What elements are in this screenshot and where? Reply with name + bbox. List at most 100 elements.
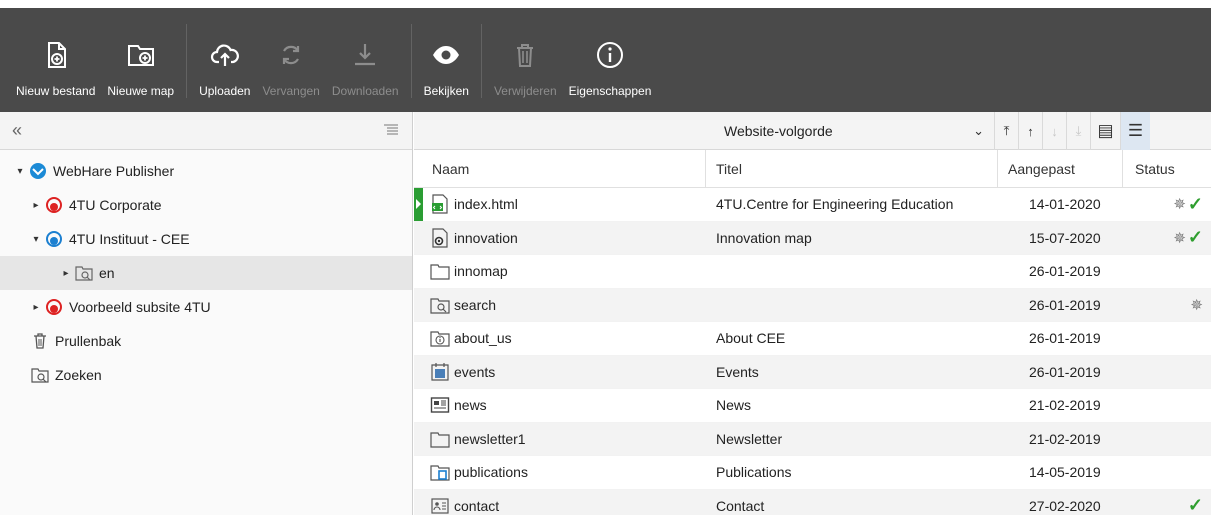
delete-label: Verwijderen [493, 84, 557, 98]
calendar-folder-icon [430, 362, 450, 382]
dynamic-file-icon [430, 228, 450, 248]
pin-icon: ✵ [1190, 296, 1203, 314]
folder-tree-panel: « ▾ WebHare Publisher ▸ 4TU Corporate ▾ … [0, 112, 413, 515]
move-to-bottom-button[interactable]: ⤓ [1066, 112, 1090, 150]
tree-item-label: Voorbeeld subsite 4TU [69, 299, 211, 315]
toolbar-separator [480, 24, 482, 98]
new-folder-button[interactable]: Nieuwe map [101, 14, 180, 98]
tree-menu-icon[interactable] [384, 123, 398, 139]
news-folder-icon [430, 395, 450, 415]
table-row[interactable]: innovation Innovation map 15-07-2020 ✵ ✓ [414, 221, 1211, 255]
row-title: 4TU.Centre for Engineering Education [716, 196, 954, 213]
new-folder-label: Nieuwe map [107, 84, 175, 98]
upload-button[interactable]: Uploaden [193, 14, 256, 98]
column-header-name[interactable]: Naam [414, 149, 706, 188]
tree-item-voorbeeld-subsite[interactable]: ▸ Voorbeeld subsite 4TU [0, 290, 412, 324]
site-red-icon [44, 195, 64, 215]
column-headers: Naam Titel Aangepast Status [414, 149, 1211, 188]
move-up-button[interactable]: ↑ [1018, 112, 1042, 150]
table-row[interactable]: publications Publications 14-05-2019 [414, 456, 1211, 490]
view-label: Bekijken [423, 84, 469, 98]
row-date: 15-07-2020 [1029, 229, 1101, 246]
trash-icon [508, 38, 542, 72]
arrow-up-icon: ↑ [1027, 123, 1034, 139]
tree-item-zoeken[interactable]: Zoeken [0, 358, 412, 392]
tree-item-webhare-publisher[interactable]: ▾ WebHare Publisher [0, 154, 412, 188]
row-date: 26-01-2019 [1029, 363, 1101, 380]
row-name: innovation [454, 229, 518, 246]
replace-icon [274, 38, 308, 72]
table-row[interactable]: search 26-01-2019 ✵ [414, 288, 1211, 322]
table-row[interactable]: index.html 4TU.Centre for Engineering Ed… [414, 188, 1211, 222]
tree-item-label: WebHare Publisher [53, 163, 175, 179]
contact-file-icon [430, 496, 450, 515]
column-header-modified[interactable]: Aangepast [998, 149, 1123, 188]
tree-item-prullenbak[interactable]: Prullenbak [0, 324, 412, 358]
row-title: About CEE [716, 330, 786, 347]
move-to-top-button[interactable]: ⤒ [994, 112, 1018, 150]
expand-caret-icon[interactable]: ▾ [30, 234, 42, 245]
new-file-button[interactable]: Nieuw bestand [10, 14, 101, 98]
row-title: Contact [716, 497, 765, 514]
info-icon [593, 38, 627, 72]
list-header-bar: Website-volgorde ⌄ ⤒ ↑ ↓ ⤓ ▤ ☰ [414, 112, 1211, 150]
table-row[interactable]: news News 21-02-2019 [414, 389, 1211, 423]
view-button[interactable]: Bekijken [418, 14, 475, 98]
view-icons-button[interactable]: ▤ [1090, 112, 1120, 150]
properties-label: Eigenschappen [568, 84, 652, 98]
search-folder-icon [30, 365, 50, 385]
trash-icon [30, 331, 50, 351]
new-file-label: Nieuw bestand [16, 84, 96, 98]
expand-caret-icon[interactable]: ▾ [14, 166, 26, 177]
tree-item-4tu-corporate[interactable]: ▸ 4TU Corporate [0, 188, 412, 222]
row-name: news [454, 397, 487, 414]
table-row[interactable]: innomap 26-01-2019 [414, 255, 1211, 289]
row-name: search [454, 296, 497, 313]
info-folder-icon [430, 328, 450, 348]
replace-label: Vervangen [262, 84, 320, 98]
folder-tree: ▾ WebHare Publisher ▸ 4TU Corporate ▾ 4T… [0, 150, 412, 392]
new-file-icon [39, 38, 73, 72]
table-row[interactable]: newsletter1 Newsletter 21-02-2019 [414, 422, 1211, 456]
grid-view-icon: ▤ [1097, 121, 1114, 140]
row-date: 21-02-2019 [1029, 397, 1101, 414]
file-list-panel: Website-volgorde ⌄ ⤒ ↑ ↓ ⤓ ▤ ☰ Naam Tite… [414, 112, 1211, 515]
row-name: publications [454, 464, 528, 481]
table-row[interactable]: contact Contact 27-02-2020 ✓ [414, 489, 1211, 515]
tree-item-label: 4TU Instituut - CEE [69, 231, 190, 247]
row-date: 14-01-2020 [1029, 196, 1101, 213]
row-title: Newsletter [716, 430, 783, 447]
view-list-button[interactable]: ☰ [1120, 112, 1150, 150]
download-button[interactable]: Downloaden [326, 14, 405, 98]
properties-button[interactable]: Eigenschappen [563, 14, 658, 98]
sort-order-select[interactable]: Website-volgorde ⌄ [714, 112, 994, 150]
pin-icon: ✵ [1173, 196, 1186, 214]
toolbar: Nieuw bestand Nieuwe map Uploaden Vervan… [0, 8, 1211, 112]
toolbar-separator [186, 24, 188, 98]
move-down-button[interactable]: ↓ [1042, 112, 1066, 150]
file-rows: index.html 4TU.Centre for Engineering Ed… [414, 188, 1211, 515]
row-name: events [454, 363, 496, 380]
expand-caret-icon[interactable]: ▸ [30, 200, 42, 211]
table-row[interactable]: about_us About CEE 26-01-2019 [414, 322, 1211, 356]
upload-label: Uploaden [199, 84, 251, 98]
row-date: 21-02-2019 [1029, 430, 1101, 447]
move-to-top-icon: ⤒ [1003, 123, 1010, 138]
replace-button[interactable]: Vervangen [256, 14, 325, 98]
expand-caret-icon[interactable]: ▸ [60, 268, 72, 279]
row-name: innomap [454, 263, 508, 280]
tree-item-label: Prullenbak [55, 333, 122, 349]
column-header-title[interactable]: Titel [706, 149, 998, 188]
expand-caret-icon[interactable]: ▸ [30, 302, 42, 313]
site-red-icon [44, 297, 64, 317]
toolbar-separator [410, 24, 412, 98]
tree-item-en[interactable]: ▸ en [0, 256, 412, 290]
row-date: 26-01-2019 [1029, 330, 1101, 347]
delete-button[interactable]: Verwijderen [488, 14, 563, 98]
search-folder-icon [430, 295, 450, 315]
table-row[interactable]: events Events 26-01-2019 [414, 355, 1211, 389]
collapse-panel-icon[interactable]: « [12, 120, 22, 141]
html-file-icon [430, 194, 450, 214]
column-header-status[interactable]: Status [1123, 150, 1211, 188]
tree-item-4tu-instituut-cee[interactable]: ▾ 4TU Instituut - CEE [0, 222, 412, 256]
